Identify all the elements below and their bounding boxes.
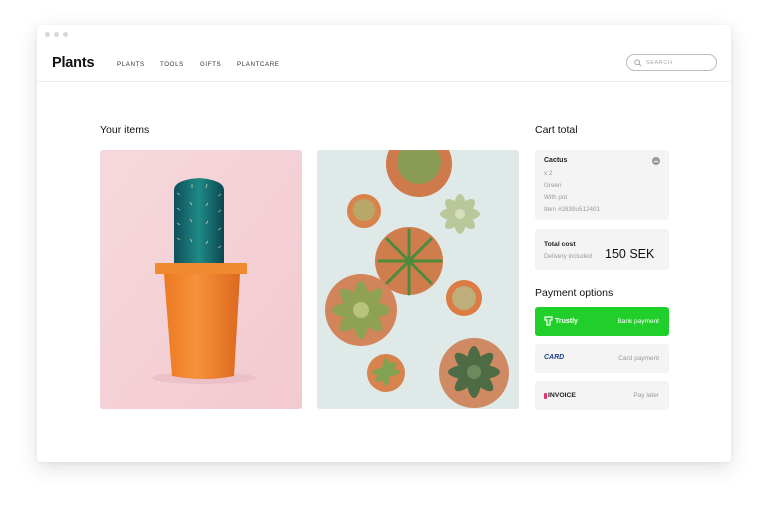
- invoice-logo: INVOICE: [544, 392, 576, 399]
- remove-item-icon[interactable]: [652, 157, 660, 165]
- cactus-image[interactable]: [100, 150, 302, 409]
- payment-option-invoice[interactable]: INVOICE Pay later: [535, 381, 669, 410]
- trustly-logo: Trustly: [544, 316, 578, 326]
- total-amount: 150 SEK: [605, 247, 655, 261]
- cart-item-color: Green: [544, 182, 562, 189]
- invoice-brand: INVOICE: [548, 392, 576, 399]
- cart-item-option: With pot: [544, 194, 568, 201]
- pay-later-label: Pay later: [633, 392, 659, 399]
- delivery-note: Delivery included: [544, 253, 592, 260]
- card-payment-label: Card payment: [618, 355, 659, 362]
- cart-item-quantity: x 2: [544, 170, 553, 177]
- search-box[interactable]: [626, 54, 717, 71]
- main-nav: PLANTS TOOLS GIFTS PLANTCARE: [117, 61, 280, 68]
- trustly-icon: [544, 316, 553, 326]
- nav-item-plants[interactable]: PLANTS: [117, 61, 160, 68]
- cart-item-card: Cactus x 2 Green With pot Item #2839u512…: [535, 150, 669, 220]
- nav-item-plantcare[interactable]: PLANTCARE: [237, 61, 280, 68]
- succulents-image[interactable]: [317, 150, 519, 409]
- card-logo: CARD: [544, 354, 565, 361]
- total-cost-card: Total cost Delivery included 150 SEK: [535, 229, 669, 270]
- total-cost-label: Total cost: [544, 241, 576, 248]
- site-logo[interactable]: Plants: [52, 55, 95, 71]
- payment-title: Payment options: [535, 287, 614, 299]
- payment-option-card[interactable]: CARD Card payment: [535, 344, 669, 373]
- bank-payment-label: Bank payment: [617, 318, 659, 325]
- site-header: Plants PLANTS TOOLS GIFTS PLANTCARE: [37, 25, 731, 82]
- cart-title: Cart total: [535, 124, 578, 136]
- nav-item-tools[interactable]: TOOLS: [160, 61, 200, 68]
- search-icon: [634, 58, 642, 67]
- invoice-mark-icon: [544, 392, 547, 399]
- items-title: Your items: [100, 124, 150, 136]
- cart-item-sku: Item #2839u512401: [544, 206, 601, 213]
- trustly-brand: Trustly: [555, 317, 578, 325]
- cart-item-name: Cactus: [544, 157, 568, 164]
- search-input[interactable]: [646, 59, 706, 66]
- nav-item-gifts[interactable]: GIFTS: [200, 61, 237, 68]
- payment-option-trustly[interactable]: Trustly Bank payment: [535, 307, 669, 336]
- browser-window: Plants PLANTS TOOLS GIFTS PLANTCARE Your…: [37, 25, 731, 462]
